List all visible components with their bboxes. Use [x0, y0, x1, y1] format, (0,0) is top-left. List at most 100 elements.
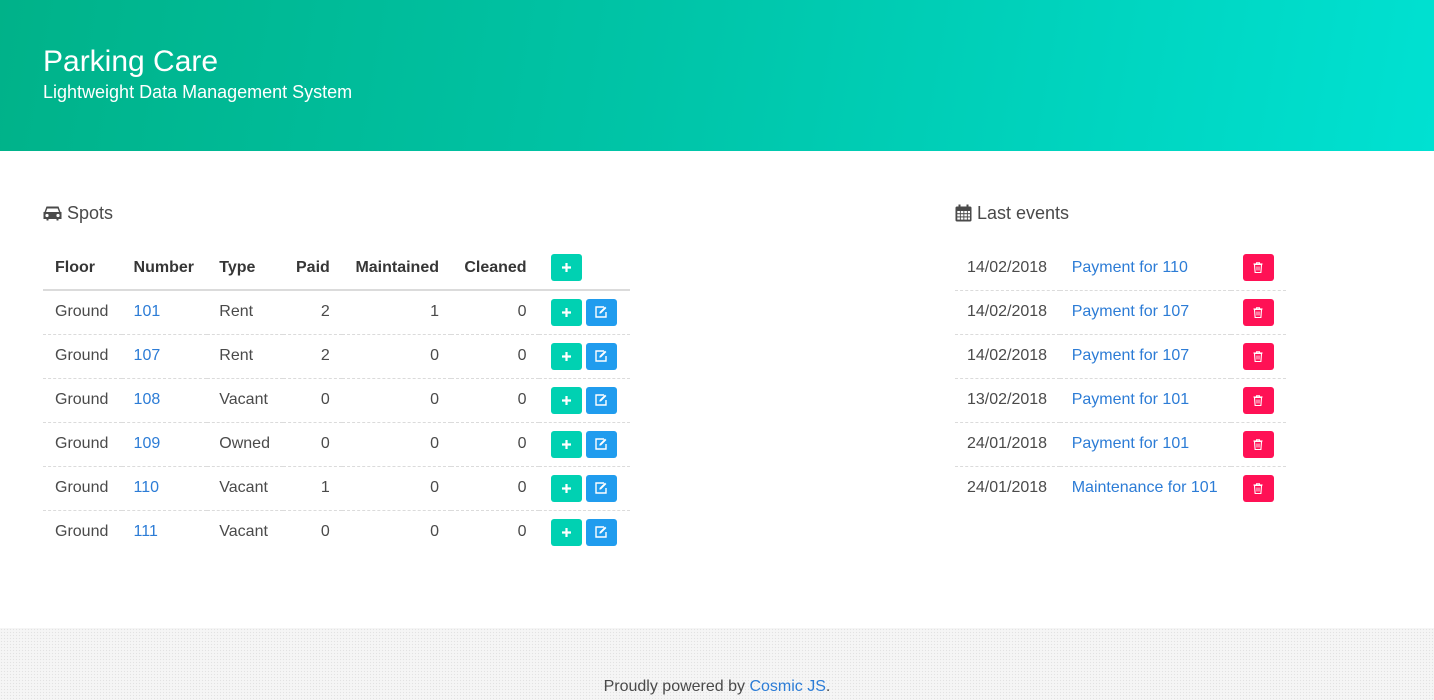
car-icon — [43, 206, 62, 221]
edit-icon — [595, 482, 607, 494]
column-floor: Floor — [43, 246, 122, 291]
spot-cleaned: 0 — [451, 466, 539, 511]
column-maintained: Maintained — [341, 246, 451, 291]
event-date: 14/02/2018 — [955, 246, 1060, 291]
spot-number-cell: 110 — [121, 466, 208, 511]
spot-actions — [538, 466, 630, 511]
spot-cleaned: 0 — [451, 290, 539, 335]
spot-actions — [538, 422, 630, 467]
spot-paid: 2 — [283, 334, 342, 379]
event-link[interactable]: Payment for 107 — [1072, 303, 1189, 320]
edit-spot-button[interactable] — [585, 298, 617, 326]
spot-row: Ground 109 Owned 0 0 0 — [43, 422, 630, 467]
spot-row: Ground 110 Vacant 1 0 0 — [43, 466, 630, 511]
spot-actions — [539, 510, 630, 554]
add-event-button[interactable] — [550, 298, 582, 326]
edit-spot-button[interactable] — [585, 430, 617, 458]
event-label-cell: Payment for 107 — [1059, 290, 1231, 335]
edit-icon — [595, 306, 607, 318]
event-link[interactable]: Maintenance for 101 — [1072, 479, 1218, 496]
spot-actions — [538, 378, 630, 423]
plus-icon — [561, 351, 571, 361]
add-event-button[interactable] — [550, 430, 582, 458]
spot-paid: 0 — [283, 378, 342, 423]
event-actions — [1230, 378, 1286, 423]
delete-event-button[interactable] — [1242, 430, 1274, 458]
column-cleaned: Cleaned — [451, 246, 539, 291]
column-type: Type — [207, 246, 284, 291]
spot-number-cell: 107 — [121, 334, 208, 379]
spot-row: Ground 101 Rent 2 1 0 — [43, 290, 630, 335]
trash-icon — [1253, 483, 1263, 494]
delete-event-button[interactable] — [1242, 298, 1274, 326]
spot-maintained: 0 — [430, 523, 439, 541]
add-event-button[interactable] — [550, 386, 582, 414]
footer-text: Proudly powered by Cosmic JS. — [0, 678, 1434, 696]
plus-icon — [561, 527, 571, 537]
spot-maintained: 0 — [341, 378, 451, 423]
edit-icon — [595, 526, 607, 538]
spot-number-link[interactable]: 108 — [134, 391, 161, 408]
add-spot-button[interactable] — [550, 254, 582, 281]
plus-icon — [561, 307, 571, 317]
spot-number-link[interactable]: 101 — [134, 303, 161, 320]
events-table: 14/02/2018 Payment for 110 14/02/2018 Payme… — [955, 246, 1286, 510]
spot-paid: 0 — [320, 523, 330, 541]
event-link[interactable]: Payment for 107 — [1072, 347, 1189, 364]
event-link[interactable]: Payment for 101 — [1072, 391, 1189, 408]
spot-number-cell: 101 — [121, 290, 208, 335]
event-row: 24/01/2018 Payment for 101 — [955, 422, 1286, 467]
spot-number-link[interactable]: 109 — [134, 435, 161, 452]
add-event-button[interactable] — [550, 518, 582, 546]
add-event-button[interactable] — [550, 342, 582, 370]
event-actions — [1230, 246, 1286, 291]
spots-table: Floor Number Type Paid Maintained Cleane… — [43, 246, 630, 554]
spot-floor: Ground — [43, 378, 122, 423]
spot-number-link[interactable]: 107 — [134, 347, 161, 364]
spot-floor: Ground — [43, 334, 122, 379]
spot-actions — [538, 290, 630, 335]
edit-icon — [595, 350, 607, 362]
event-label-cell: Maintenance for 101 — [1060, 466, 1231, 510]
spot-paid: 1 — [283, 466, 342, 511]
spot-floor: Ground — [43, 290, 122, 335]
event-label-cell: Payment for 101 — [1059, 422, 1231, 467]
edit-spot-button[interactable] — [585, 518, 617, 546]
spot-maintained: 1 — [341, 290, 451, 335]
spot-type: Vacant — [207, 466, 284, 511]
plus-icon — [561, 395, 571, 405]
spot-cleaned: 0 — [451, 378, 539, 423]
calendar-icon — [955, 204, 972, 222]
event-date: 24/01/2018 — [955, 422, 1060, 467]
cosmic-js-link[interactable]: Cosmic JS — [749, 678, 825, 695]
trash-icon — [1253, 394, 1263, 406]
event-link[interactable]: Payment for 101 — [1072, 435, 1189, 452]
delete-event-button[interactable] — [1242, 386, 1274, 414]
delete-event-button[interactable] — [1242, 254, 1274, 282]
trash-icon — [1253, 306, 1263, 318]
delete-event-button[interactable] — [1242, 474, 1274, 502]
edit-spot-button[interactable] — [585, 386, 617, 414]
edit-icon — [595, 394, 607, 406]
event-actions — [1230, 334, 1286, 379]
add-event-button[interactable] — [550, 474, 582, 502]
event-row: 24/01/2018 Maintenance for 101 — [955, 466, 1286, 510]
event-link[interactable]: Payment for 110 — [1072, 259, 1188, 276]
plus-icon — [561, 483, 571, 493]
event-date: 24/01/2018 — [967, 479, 1048, 497]
spot-floor: Ground — [55, 523, 109, 541]
spot-cleaned: 0 — [451, 334, 539, 379]
event-date: 14/02/2018 — [955, 290, 1060, 335]
spot-number-link[interactable]: 110 — [134, 479, 160, 496]
spot-type: Vacant — [219, 523, 268, 541]
event-actions — [1230, 290, 1286, 335]
spot-number-cell: 111 — [122, 510, 208, 554]
event-date: 14/02/2018 — [955, 334, 1060, 379]
spot-number-link[interactable]: 111 — [134, 523, 158, 540]
edit-spot-button[interactable] — [585, 474, 617, 502]
delete-event-button[interactable] — [1242, 342, 1274, 370]
spot-maintained: 0 — [341, 334, 451, 379]
edit-spot-button[interactable] — [585, 342, 617, 370]
event-row: 14/02/2018 Payment for 107 — [955, 290, 1286, 335]
footer-prefix: Proudly powered by — [603, 678, 750, 695]
